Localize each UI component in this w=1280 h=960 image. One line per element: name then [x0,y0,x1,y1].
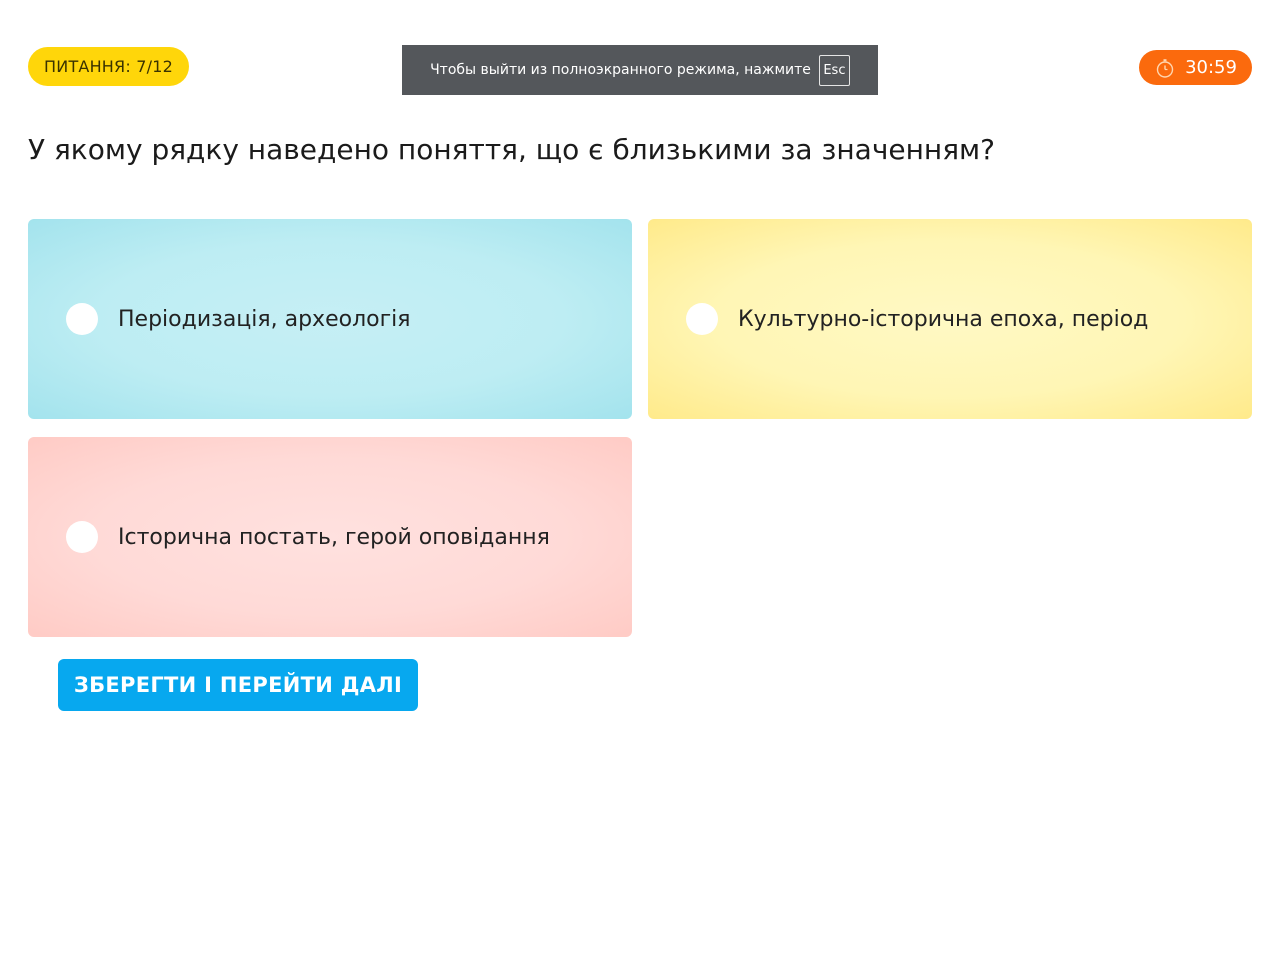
quiz-page: ПИТАННЯ: 7/12 Чтобы выйти из полноэкранн… [0,0,1280,960]
answer-option-2[interactable]: Культурно-історична епоха, період [648,219,1252,419]
fullscreen-exit-notice: Чтобы выйти из полноэкранного режима, на… [402,45,878,95]
question-text: У якому рядку наведено поняття, що є бли… [28,133,996,166]
answer-radio-3[interactable] [66,521,98,553]
save-and-next-button[interactable]: ЗБЕРЕГТИ І ПЕРЕЙТИ ДАЛІ [58,659,418,711]
stopwatch-icon [1154,57,1176,79]
answer-radio-2[interactable] [686,303,718,335]
answer-option-label: Періодизація, археологія [118,306,411,332]
timer-value: 30:59 [1185,57,1237,78]
answer-option-1[interactable]: Періодизація, археологія [28,219,632,419]
timer-badge: 30:59 [1139,50,1252,85]
question-counter-text: ПИТАННЯ: 7/12 [44,57,173,76]
answer-option-label: Історична постать, герой оповідання [118,524,550,550]
question-counter-badge: ПИТАННЯ: 7/12 [28,47,189,86]
answer-option-label: Культурно-історична епоха, період [738,306,1149,332]
esc-key-hint: Esc [818,54,850,86]
answer-radio-1[interactable] [66,303,98,335]
fullscreen-notice-text: Чтобы выйти из полноэкранного режима, на… [430,62,811,78]
answer-option-3[interactable]: Історична постать, герой оповідання [28,437,632,637]
